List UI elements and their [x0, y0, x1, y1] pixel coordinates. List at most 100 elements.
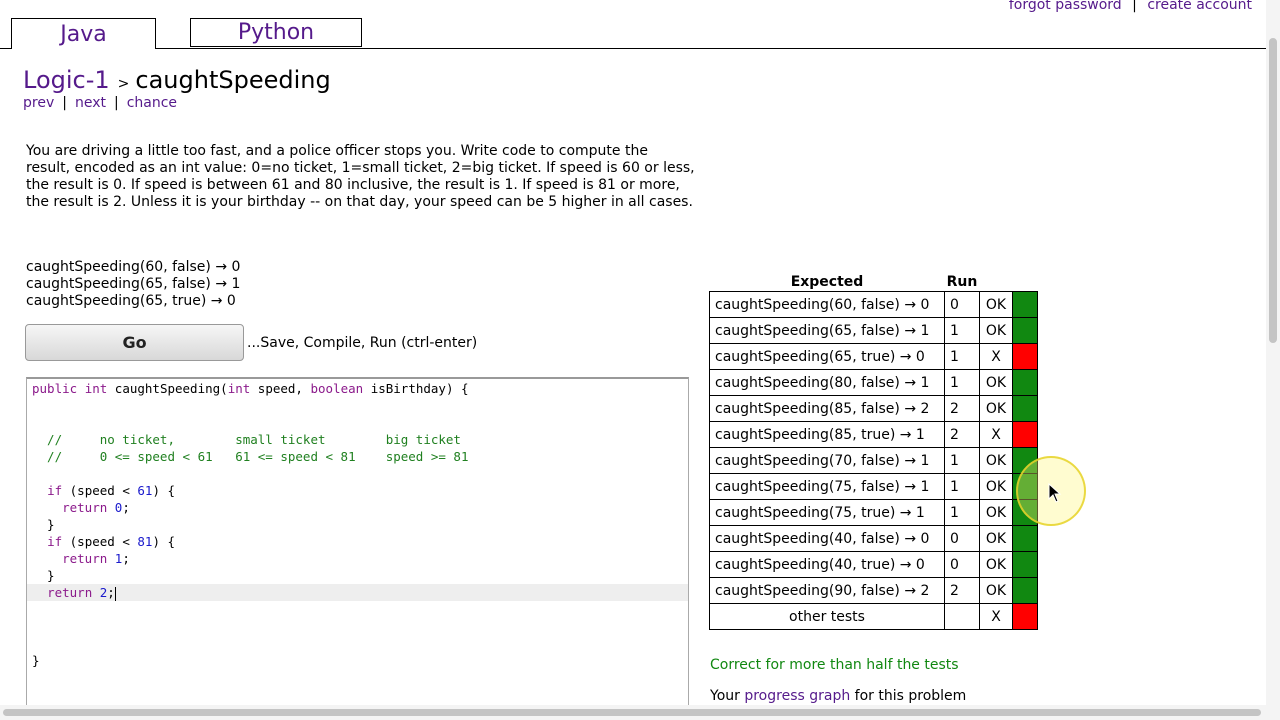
- results-table: Expected Run caughtSpeeding(60, false) →…: [709, 273, 1038, 630]
- pass-indicator: [1012, 291, 1038, 318]
- code-line[interactable]: return 1;: [32, 550, 130, 567]
- expected-cell: caughtSpeeding(80, false) → 1: [709, 369, 945, 396]
- result-row: caughtSpeeding(40, false) → 0 0 OK: [709, 525, 1038, 552]
- example-item: caughtSpeeding(65, true) → 0: [26, 293, 236, 309]
- nav-separator: |: [62, 95, 67, 111]
- result-row: caughtSpeeding(80, false) → 1 1 OK: [709, 369, 1038, 396]
- expected-cell: caughtSpeeding(90, false) → 2: [709, 577, 945, 604]
- examples-list: caughtSpeeding(60, false) → 0 caughtSpee…: [26, 259, 240, 310]
- vertical-scrollbar[interactable]: [1266, 0, 1280, 705]
- horizontal-scrollbar[interactable]: [0, 705, 1280, 720]
- code-line[interactable]: }: [32, 652, 40, 669]
- mouse-pointer-icon: [1048, 483, 1062, 503]
- go-button[interactable]: Go: [25, 324, 244, 361]
- status-cell: OK: [979, 369, 1013, 396]
- run-cell: 1: [944, 317, 980, 344]
- pass-indicator: [1012, 369, 1038, 396]
- example-item: caughtSpeeding(60, false) → 0: [26, 259, 241, 275]
- expected-cell: caughtSpeeding(60, false) → 0: [709, 291, 945, 318]
- run-cell: 1: [944, 499, 980, 526]
- expected-cell: caughtSpeeding(40, true) → 0: [709, 551, 945, 578]
- code-line[interactable]: if (speed < 61) {: [32, 482, 175, 499]
- code-line[interactable]: if (speed < 81) {: [32, 533, 175, 550]
- tab-python[interactable]: Python: [190, 18, 362, 47]
- example-item: caughtSpeeding(65, false) → 1: [26, 276, 241, 292]
- run-cell: [944, 603, 980, 630]
- expected-cell: caughtSpeeding(40, false) → 0: [709, 525, 945, 552]
- progress-line: Your progress graph for this problem: [710, 688, 966, 704]
- run-cell: 1: [944, 473, 980, 500]
- tab-java[interactable]: Java: [11, 18, 156, 49]
- result-row: caughtSpeeding(40, true) → 0 0 OK: [709, 551, 1038, 578]
- results-panel: Expected Run caughtSpeeding(60, false) →…: [709, 273, 1038, 630]
- pass-indicator: [1012, 577, 1038, 604]
- code-line[interactable]: }: [32, 516, 55, 533]
- result-row: caughtSpeeding(70, false) → 1 1 OK: [709, 447, 1038, 474]
- result-row: caughtSpeeding(90, false) → 2 2 OK: [709, 577, 1038, 604]
- run-cell: 1: [944, 447, 980, 474]
- expected-cell: other tests: [709, 603, 945, 630]
- status-cell: OK: [979, 395, 1013, 422]
- fail-indicator: [1012, 343, 1038, 370]
- problem-name: caughtSpeeding: [135, 66, 331, 94]
- run-cell: 1: [944, 369, 980, 396]
- fail-indicator: [1012, 603, 1038, 630]
- run-cell: 0: [944, 551, 980, 578]
- code-line[interactable]: }: [32, 567, 55, 584]
- expected-header: Expected: [790, 274, 864, 290]
- status-cell: OK: [979, 577, 1013, 604]
- code-line[interactable]: return 2;: [32, 584, 116, 601]
- fail-indicator: [1012, 421, 1038, 448]
- result-row: caughtSpeeding(75, true) → 1 1 OK: [709, 499, 1038, 526]
- progress-prefix: Your: [710, 688, 740, 704]
- expected-cell: caughtSpeeding(65, true) → 0: [709, 343, 945, 370]
- expected-cell: caughtSpeeding(65, false) → 1: [709, 317, 945, 344]
- code-line[interactable]: public int caughtSpeeding(int speed, boo…: [32, 380, 469, 397]
- run-cell: 0: [944, 291, 980, 318]
- status-cell: OK: [979, 447, 1013, 474]
- run-header: Run: [946, 274, 978, 290]
- status-cell: OK: [979, 499, 1013, 526]
- code-line[interactable]: // no ticket, small ticket big ticket: [32, 431, 461, 448]
- code-editor[interactable]: public int caughtSpeeding(int speed, boo…: [26, 377, 689, 717]
- code-line[interactable]: return 0;: [32, 499, 130, 516]
- status-cell: OK: [979, 551, 1013, 578]
- result-row: caughtSpeeding(85, true) → 12X: [709, 421, 1038, 448]
- expected-cell: caughtSpeeding(75, true) → 1: [709, 499, 945, 526]
- breadcrumb-separator: >: [117, 76, 130, 92]
- progress-suffix: for this problem: [854, 688, 967, 704]
- status-cell: OK: [979, 291, 1013, 318]
- prev-link[interactable]: prev: [23, 95, 54, 111]
- expected-cell: caughtSpeeding(75, false) → 1: [709, 473, 945, 500]
- language-tabs: Java Python: [0, 0, 1266, 49]
- result-row: caughtSpeeding(85, false) → 2 2 OK: [709, 395, 1038, 422]
- progress-graph-link[interactable]: progress graph: [744, 688, 850, 704]
- nav-separator: |: [113, 95, 119, 111]
- pass-indicator: [1012, 551, 1038, 578]
- result-row: caughtSpeeding(60, false) → 0 0 OK: [709, 291, 1038, 318]
- chance-link[interactable]: chance: [127, 95, 177, 111]
- breadcrumb-category-link[interactable]: Logic-1: [23, 66, 110, 94]
- expected-cell: caughtSpeeding(85, false) → 2: [709, 395, 945, 422]
- problem-nav: prev | next | chance: [23, 95, 177, 111]
- result-row: other tests X: [709, 603, 1038, 630]
- status-cell: X: [979, 603, 1013, 630]
- code-line[interactable]: // 0 <= speed < 61 61 <= speed < 81 spee…: [32, 448, 468, 465]
- status-cell: OK: [979, 317, 1013, 344]
- page-title: Logic-1 > caughtSpeeding: [23, 66, 331, 94]
- run-cell: 0: [944, 525, 980, 552]
- status-cell: X: [979, 421, 1013, 448]
- problem-description: You are driving a little too fast, and a…: [26, 143, 695, 210]
- run-cell: 2: [944, 577, 980, 604]
- pass-indicator: [1012, 395, 1038, 422]
- horizontal-scroll-thumb[interactable]: [3, 709, 1261, 716]
- next-link[interactable]: next: [75, 95, 106, 111]
- result-row: caughtSpeeding(65, true) → 01X: [709, 343, 1038, 370]
- go-hint: ...Save, Compile, Run (ctrl-enter): [247, 335, 478, 351]
- result-row: caughtSpeeding(65, false) → 1 1 OK: [709, 317, 1038, 344]
- vertical-scroll-thumb[interactable]: [1269, 38, 1277, 343]
- expected-cell: caughtSpeeding(85, true) → 1: [709, 421, 945, 448]
- pass-indicator: [1012, 525, 1038, 552]
- run-cell: 2: [944, 395, 980, 422]
- summary-message: Correct for more than half the tests: [710, 657, 959, 673]
